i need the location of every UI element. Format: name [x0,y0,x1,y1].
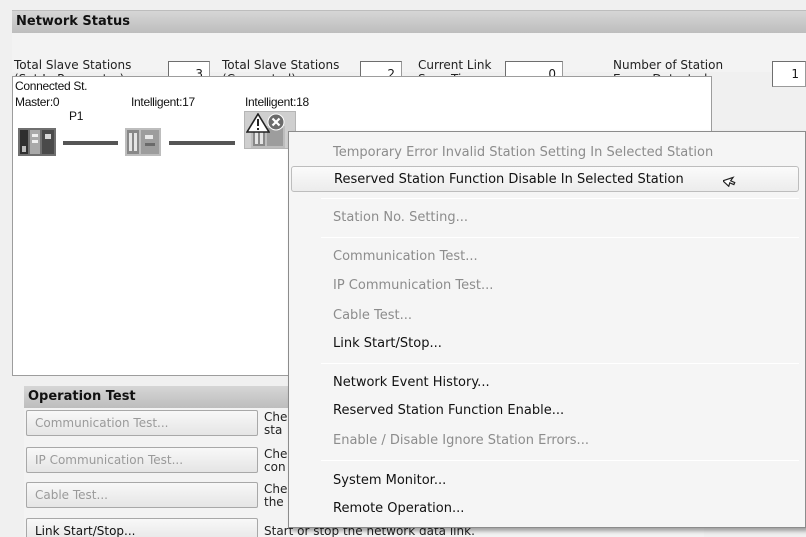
menu-separator [321,198,799,199]
menu-item-communication-test[interactable]: Communication Test... [291,244,799,270]
menu-separator [321,363,799,364]
master-station-icon[interactable] [18,126,56,161]
menu-item-temporary-error-invalid[interactable]: Temporary Error Invalid Station Setting … [291,140,799,166]
menu-item-ip-communication-test[interactable]: IP Communication Test... [291,273,799,299]
menu-item-network-event-history[interactable]: Network Event History... [291,370,799,396]
menu-item-link-start-stop[interactable]: Link Start/Stop... [291,331,799,357]
link-start-stop-button[interactable]: Link Start/Stop... [26,518,258,537]
communication-test-button[interactable]: Communication Test... [26,410,258,436]
diagram-heading: Connected St. [15,79,88,93]
network-status-title: Network Status [12,11,806,33]
error-x-icon [267,113,285,134]
station-label-master: Master:0 [15,95,60,109]
metric-label: Total Slave Stations [222,58,340,72]
menu-separator [321,460,799,461]
metric-label: Current Link [418,58,492,72]
menu-separator [321,237,799,238]
menu-item-ignore-station-errors[interactable]: Enable / Disable Ignore Station Errors..… [291,428,799,454]
context-menu: Temporary Error Invalid Station Setting … [288,131,806,528]
menu-item-cable-test[interactable]: Cable Test... [291,303,799,329]
cable-test-button[interactable]: Cable Test... [26,482,258,508]
metric-label: Number of Station [613,58,724,72]
mouse-pointer-icon [721,173,737,190]
menu-item-reserved-station-enable[interactable]: Reserved Station Function Enable... [291,398,799,424]
menu-item-remote-operation[interactable]: Remote Operation... [291,496,799,522]
station-label-intelligent-17: Intelligent:17 [131,95,195,109]
intelligent-17-station-icon[interactable] [125,126,161,161]
menu-item-station-no-setting[interactable]: Station No. Setting... [291,205,799,231]
menu-item-system-monitor[interactable]: System Monitor... [291,468,799,494]
ip-communication-test-button[interactable]: IP Communication Test... [26,447,258,473]
station-tag-p1: P1 [69,109,84,123]
station-label-intelligent-18: Intelligent:18 [245,95,309,109]
network-status-panel: Network Status Total Slave Stations (Set… [12,10,806,87]
network-link-line [169,141,235,145]
metric-label: Total Slave Stations [14,58,132,72]
network-link-line [63,141,118,145]
metric-value-box: 1 [772,61,806,87]
